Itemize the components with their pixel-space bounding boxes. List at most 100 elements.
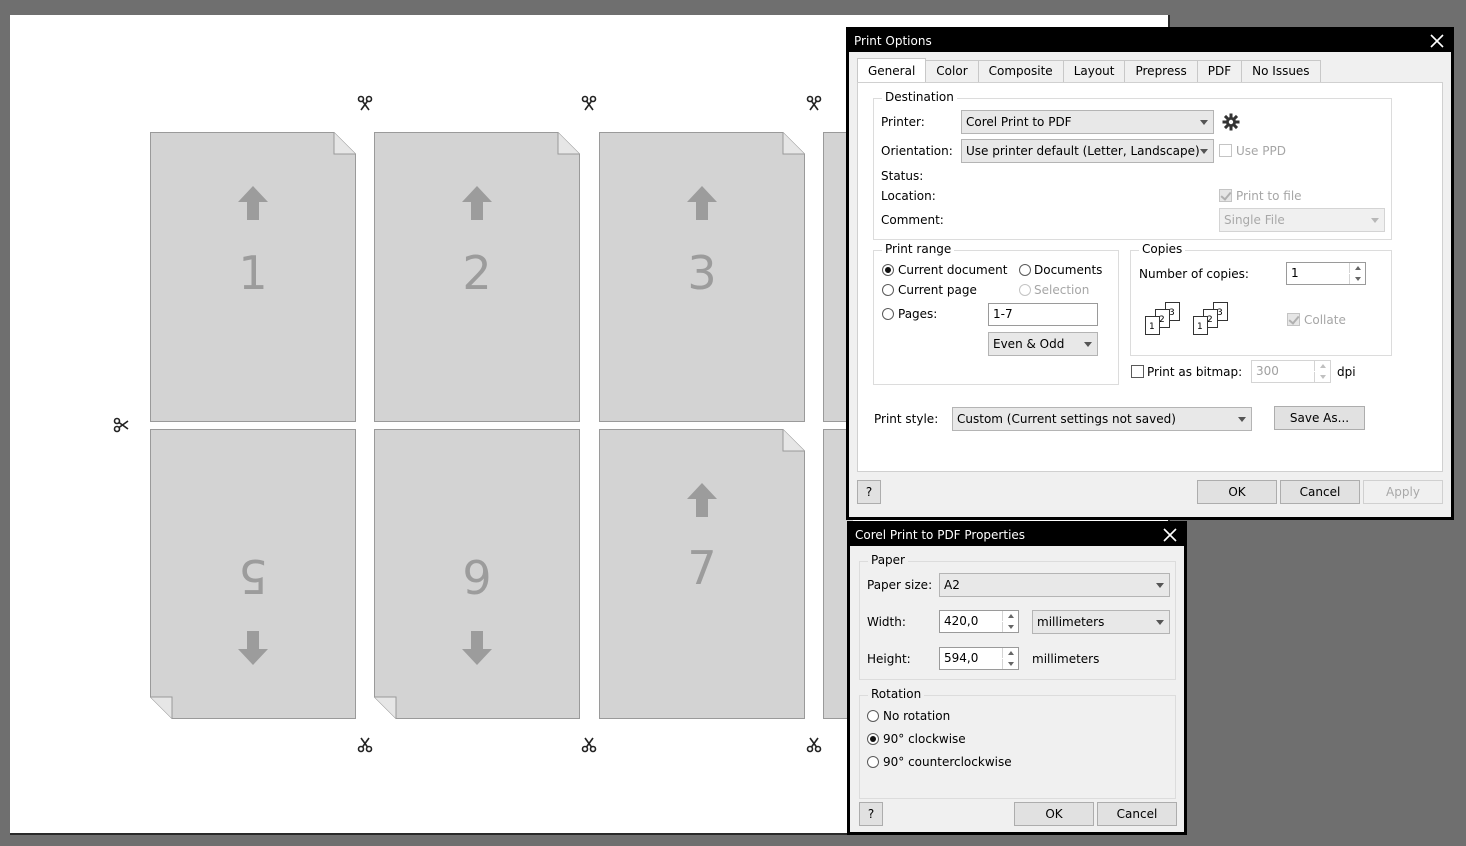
chevron-down-icon bbox=[1238, 417, 1246, 422]
collate-label: Collate bbox=[1304, 313, 1346, 327]
destination-group: Destination Printer: Corel Print to PDF … bbox=[873, 90, 1392, 240]
preview-page: 2 bbox=[374, 132, 580, 422]
selection-radio[interactable] bbox=[1019, 284, 1031, 296]
gear-icon[interactable] bbox=[1222, 113, 1240, 131]
copies-value: 1 bbox=[1291, 266, 1299, 280]
dialog-titlebar[interactable]: Print Options bbox=[849, 30, 1451, 52]
current-page-radio[interactable] bbox=[882, 284, 894, 296]
tab-layout[interactable]: Layout bbox=[1062, 60, 1126, 82]
paper-size-select[interactable]: A2 bbox=[939, 573, 1170, 597]
chevron-down-icon bbox=[1156, 583, 1164, 588]
apply-button[interactable]: Apply bbox=[1363, 480, 1443, 504]
pages-input[interactable]: 1-7 bbox=[988, 303, 1098, 326]
printer-value: Corel Print to PDF bbox=[966, 115, 1072, 129]
close-icon[interactable] bbox=[1160, 524, 1180, 546]
preview-page: 3 bbox=[599, 132, 805, 422]
scissors-icon bbox=[357, 737, 373, 753]
stepper-up[interactable] bbox=[1002, 648, 1018, 658]
print-to-file-checkbox[interactable] bbox=[1219, 189, 1232, 202]
tab-composite[interactable]: Composite bbox=[977, 60, 1064, 82]
tab-color[interactable]: Color bbox=[925, 60, 979, 82]
save-as-button[interactable]: Save As... bbox=[1274, 406, 1365, 430]
even-odd-select[interactable]: Even & Odd bbox=[988, 332, 1098, 356]
dpi-unit-label: dpi bbox=[1337, 365, 1356, 379]
width-stepper[interactable]: 420,0 bbox=[939, 610, 1019, 633]
documents-radio[interactable] bbox=[1019, 264, 1031, 276]
svg-text:1: 1 bbox=[1197, 322, 1203, 332]
single-file-select[interactable]: Single File bbox=[1219, 208, 1385, 232]
current-document-radio[interactable] bbox=[882, 264, 894, 276]
unit-value: millimeters bbox=[1037, 615, 1105, 629]
help-button[interactable]: ? bbox=[857, 480, 881, 504]
page-number: 3 bbox=[687, 246, 717, 300]
use-ppd-checkbox[interactable] bbox=[1219, 144, 1232, 157]
chevron-down-icon bbox=[1156, 620, 1164, 625]
close-icon[interactable] bbox=[1427, 30, 1447, 52]
ok-button[interactable]: OK bbox=[1014, 802, 1094, 826]
printer-label: Printer: bbox=[881, 115, 925, 129]
arrow-up-icon bbox=[687, 186, 717, 220]
rotate-clockwise-radio[interactable] bbox=[867, 733, 879, 745]
height-stepper[interactable]: 594,0 bbox=[939, 647, 1019, 670]
chevron-down-icon bbox=[1200, 149, 1208, 154]
collate-icon: 3 2 1 bbox=[1145, 302, 1180, 335]
tab-general[interactable]: General bbox=[857, 58, 927, 82]
rotate-counterclockwise-radio[interactable] bbox=[867, 756, 879, 768]
tab-no-issues[interactable]: No Issues bbox=[1241, 60, 1321, 82]
scissors-icon bbox=[113, 417, 129, 433]
tab-pdf[interactable]: PDF bbox=[1196, 60, 1243, 82]
cancel-button[interactable]: Cancel bbox=[1097, 802, 1177, 826]
single-file-value: Single File bbox=[1224, 213, 1285, 227]
page-number: 2 bbox=[462, 246, 492, 300]
collate-checkbox[interactable] bbox=[1287, 313, 1300, 326]
orientation-label: Orientation: bbox=[881, 144, 953, 158]
printer-select[interactable]: Corel Print to PDF bbox=[961, 110, 1214, 134]
orientation-select[interactable]: Use printer default (Letter, Landscape) bbox=[961, 139, 1214, 163]
bitmap-dpi-stepper[interactable]: 300 bbox=[1251, 360, 1331, 383]
dialog-titlebar[interactable]: Corel Print to PDF Properties bbox=[850, 524, 1184, 546]
page-number: 7 bbox=[687, 541, 717, 595]
preview-page: 5 bbox=[150, 429, 356, 719]
destination-heading: Destination bbox=[882, 90, 957, 104]
copies-group: Copies Number of copies: 1 3 2 1 3 2 1 C… bbox=[1130, 242, 1392, 356]
print-as-bitmap-label: Print as bitmap: bbox=[1147, 365, 1243, 379]
tab-prepress[interactable]: Prepress bbox=[1124, 60, 1198, 82]
copies-stepper[interactable]: 1 bbox=[1286, 262, 1366, 285]
chevron-down-icon bbox=[1084, 342, 1092, 347]
print-style-select[interactable]: Custom (Current settings not saved) bbox=[952, 407, 1252, 431]
stepper-up[interactable] bbox=[1002, 611, 1018, 621]
arrow-down-icon bbox=[238, 631, 268, 665]
width-label: Width: bbox=[867, 615, 906, 629]
orientation-value: Use printer default (Letter, Landscape) bbox=[966, 144, 1200, 158]
stepper-down[interactable] bbox=[1314, 372, 1330, 382]
dialog-title: Print Options bbox=[854, 34, 932, 48]
rotation-group: Rotation No rotation 90° clockwise 90° c… bbox=[859, 687, 1176, 799]
scissors-icon bbox=[806, 95, 822, 111]
chevron-down-icon bbox=[1200, 120, 1208, 125]
stepper-up[interactable] bbox=[1314, 361, 1330, 371]
arrow-up-icon bbox=[462, 186, 492, 220]
print-as-bitmap-checkbox[interactable] bbox=[1131, 365, 1144, 378]
cancel-button[interactable]: Cancel bbox=[1280, 480, 1360, 504]
current-page-label: Current page bbox=[898, 283, 977, 297]
unit-select[interactable]: millimeters bbox=[1032, 610, 1170, 634]
pages-radio[interactable] bbox=[882, 308, 894, 320]
scissors-icon bbox=[357, 95, 373, 111]
rotate-counterclockwise-label: 90° counterclockwise bbox=[883, 755, 1012, 769]
print-to-file-label: Print to file bbox=[1236, 189, 1302, 203]
stepper-down[interactable] bbox=[1002, 622, 1018, 632]
stepper-up[interactable] bbox=[1349, 263, 1365, 273]
paper-group: Paper Paper size: A2 Width: 420,0 millim… bbox=[859, 553, 1176, 680]
preview-page: 6 bbox=[374, 429, 580, 719]
scissors-icon bbox=[581, 737, 597, 753]
help-button[interactable]: ? bbox=[859, 802, 883, 826]
stepper-down[interactable] bbox=[1002, 659, 1018, 669]
stepper-down[interactable] bbox=[1349, 274, 1365, 284]
dialog-body: General Color Composite Layout Prepress … bbox=[849, 52, 1451, 517]
print-range-group: Print range Current document Documents C… bbox=[873, 242, 1119, 385]
ok-button[interactable]: OK bbox=[1197, 480, 1277, 504]
arrow-down-icon bbox=[462, 631, 492, 665]
even-odd-value: Even & Odd bbox=[993, 337, 1065, 351]
no-rotation-radio[interactable] bbox=[867, 710, 879, 722]
preview-page: 7 bbox=[599, 429, 805, 719]
